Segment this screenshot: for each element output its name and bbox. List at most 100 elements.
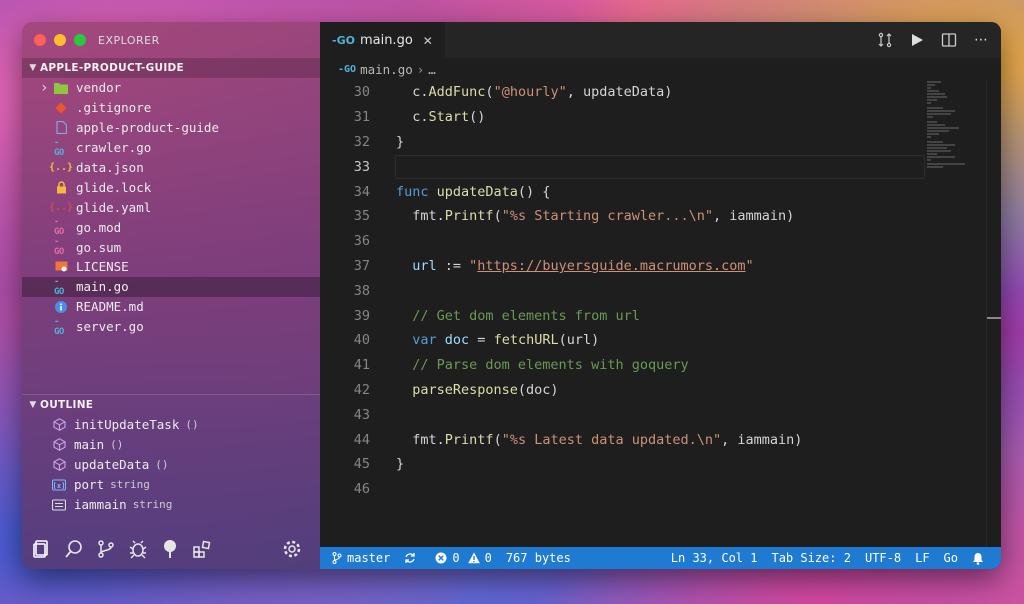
run-icon[interactable] [905, 28, 929, 52]
code-line[interactable]: 44 fmt.Printf("%s Latest data updated.\n… [320, 427, 1001, 452]
code-line[interactable]: 32} [320, 130, 1001, 155]
file-item[interactable]: README.md [22, 297, 320, 317]
code-line[interactable]: 41 // Parse dom elements with goquery [320, 353, 1001, 378]
breadcrumb-more[interactable]: … [428, 62, 436, 77]
file-item[interactable]: -GO go.mod [22, 217, 320, 237]
explorer-icon[interactable] [30, 537, 54, 561]
tree-icon[interactable] [158, 537, 182, 561]
warning-count: 0 [484, 551, 492, 565]
outline-name: main [74, 437, 105, 453]
language-mode[interactable]: Go [937, 551, 965, 565]
debug-icon[interactable] [126, 537, 150, 561]
cursor-position[interactable]: Ln 33, Col 1 [664, 551, 765, 565]
method-icon [52, 438, 66, 452]
line-number: 44 [353, 431, 370, 448]
extensions-icon[interactable] [190, 537, 214, 561]
file-size: 767 bytes [505, 551, 571, 565]
minimap[interactable] [925, 80, 979, 180]
code-line[interactable]: 43 [320, 402, 1001, 427]
file-item[interactable]: {..} glide.yaml [22, 197, 320, 217]
code-line[interactable]: 31 c.Start() [320, 105, 1001, 130]
code-editor[interactable]: 30 c.AddFunc("@hourly", updateData) 31 c.… [320, 80, 1001, 502]
file-name: data.json [76, 160, 144, 175]
line-content: parseResponse(doc) [396, 381, 559, 398]
gear-icon[interactable] [280, 537, 304, 561]
tab-main-go[interactable]: -GO main.go ✕ [320, 22, 445, 58]
line-number: 34 [353, 183, 370, 200]
search-icon[interactable] [62, 537, 86, 561]
file-item[interactable]: glide.lock [22, 177, 320, 197]
minimize-window-button[interactable] [54, 34, 66, 46]
code-line[interactable]: 40 var doc = fetchURL(url) [320, 328, 1001, 353]
code-token: ( [493, 208, 502, 225]
outline-item[interactable]: updateData () [22, 455, 320, 475]
close-window-button[interactable] [34, 34, 46, 46]
code-line[interactable]: 37 url := "https://buyersguide.macrumors… [320, 254, 1001, 279]
lock-icon [54, 180, 68, 194]
bell-icon[interactable] [965, 552, 1001, 565]
close-icon[interactable]: ✕ [423, 34, 433, 48]
go-icon: -GO [54, 276, 64, 297]
code-line[interactable]: 42 parseResponse(doc) [320, 378, 1001, 403]
code-line[interactable]: 33 [320, 154, 1001, 179]
outline-header[interactable]: ▼ OUTLINE [22, 394, 320, 415]
method-icon [52, 418, 66, 432]
file-item[interactable]: LICENSE [22, 257, 320, 277]
problems-status[interactable]: 0 0 [428, 551, 498, 565]
code-token: "@hourly" [493, 84, 567, 101]
branch-status[interactable]: master [320, 551, 397, 565]
file-item[interactable]: .gitignore [22, 98, 320, 118]
code-line[interactable]: 39 // Get dom elements from url [320, 303, 1001, 328]
code-line[interactable]: 35 fmt.Printf("%s Starting crawler...\n"… [320, 204, 1001, 229]
line-number: 46 [353, 481, 370, 498]
code-token: url [396, 257, 437, 274]
outline-panel: ▼ OUTLINE initUpdateTask() main () updateDa… [22, 394, 320, 514]
outline-type: () [110, 438, 124, 452]
code-line[interactable]: 30 c.AddFunc("@hourly", updateData) [320, 80, 1001, 105]
line-number: 43 [353, 406, 370, 423]
file-item[interactable]: -GO server.go [22, 317, 320, 337]
outline-type: string [132, 498, 173, 511]
code-token: (doc) [517, 381, 559, 398]
outline-type: string [110, 478, 150, 492]
code-line[interactable]: 36 [320, 229, 1001, 254]
code-line[interactable]: 45} [320, 452, 1001, 477]
file-item[interactable]: -GO go.sum [22, 237, 320, 257]
file-item[interactable]: › vendor [22, 78, 320, 98]
line-content: var doc = fetchURL(url) [396, 332, 599, 348]
sync-icon[interactable] [397, 552, 428, 564]
code-token: (url) [558, 332, 600, 349]
split-editor-icon[interactable] [937, 28, 961, 52]
file-item[interactable]: {..} data.json [22, 158, 320, 178]
outline-item[interactable]: main () [22, 435, 320, 455]
encoding[interactable]: UTF-8 [858, 551, 908, 565]
code-line[interactable]: 34 func updateData() { [320, 179, 1001, 204]
compare-changes-icon[interactable] [873, 28, 897, 52]
scrollbar[interactable] [986, 80, 1001, 547]
more-actions-icon[interactable]: ⋯ [969, 28, 993, 52]
file-item[interactable]: apple-product-guide [22, 118, 320, 138]
project-header[interactable]: ▼ APPLE-PRODUCT-GUIDE [22, 58, 320, 78]
maximize-window-button[interactable] [74, 34, 86, 46]
file-item[interactable]: -GO crawler.go [22, 138, 320, 158]
outline-item[interactable]: initUpdateTask () [22, 415, 320, 435]
tab-label: main.go [359, 33, 413, 48]
vscode-window: EXPLORER ▼ APPLE-PRODUCT-GUIDE › vendor .g… [22, 22, 1001, 569]
sidebar: EXPLORER ▼ APPLE-PRODUCT-GUIDE › vendor .g… [22, 22, 320, 569]
line-content: } [396, 134, 404, 150]
tab-size[interactable]: Tab Size: 2 [764, 551, 857, 565]
code-line[interactable]: 38 [320, 278, 1001, 303]
source-control-icon[interactable] [94, 537, 118, 561]
code-token: // Get dom elements from url [396, 307, 640, 324]
outline-item[interactable]: iammain string [22, 495, 320, 515]
file-name: apple-product-guide [76, 120, 219, 136]
breadcrumb-file[interactable]: main.go [360, 62, 413, 77]
outline-item[interactable]: [x] port string [22, 475, 320, 495]
code-line[interactable]: 46 [320, 477, 1001, 502]
line-ending[interactable]: LF [908, 551, 936, 565]
scrollbar-thumb[interactable] [987, 317, 1001, 319]
file-item[interactable]: -GO main.go [22, 277, 320, 297]
code-token[interactable]: https://buyersguide.macrumors.com [477, 258, 745, 274]
yaml-icon: {..} [48, 201, 74, 213]
chevron-down-icon: ▼ [29, 63, 37, 73]
